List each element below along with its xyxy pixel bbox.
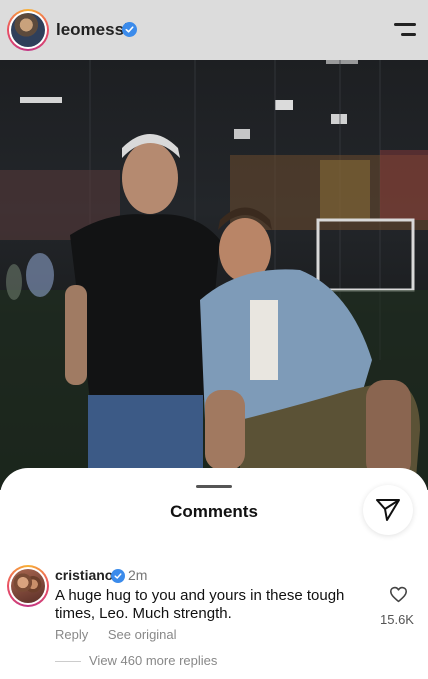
comment-username[interactable]: cristiano <box>55 567 113 583</box>
heart-icon[interactable] <box>389 586 408 608</box>
view-replies-button[interactable]: View 460 more replies <box>55 653 217 668</box>
sheet-drag-handle[interactable] <box>196 485 232 488</box>
hamburger-menu-icon[interactable] <box>392 23 416 37</box>
comments-sheet: Comments cristiano 2m A huge hug to you … <box>0 468 428 679</box>
profile-header: leomessi <box>0 0 428 60</box>
comment-text: A huge hug to you and yours in these tou… <box>55 587 345 622</box>
profile-avatar[interactable] <box>7 9 49 51</box>
replies-divider <box>55 661 81 663</box>
comment-timestamp: 2m <box>128 567 148 583</box>
verified-badge-icon <box>122 22 137 37</box>
share-button[interactable] <box>363 485 413 535</box>
photo <box>0 60 428 490</box>
comment-actions: Reply See original <box>55 627 193 642</box>
profile-username[interactable]: leomessi <box>56 20 129 40</box>
reply-button[interactable]: Reply <box>55 627 88 642</box>
verified-badge-icon <box>111 569 125 583</box>
comment-avatar[interactable] <box>7 565 49 607</box>
paper-plane-icon <box>376 499 400 521</box>
post-photo <box>0 60 428 490</box>
like-count: 15.6K <box>380 612 414 627</box>
view-replies-label: View 460 more replies <box>89 653 218 668</box>
see-original-button[interactable]: See original <box>108 627 177 642</box>
